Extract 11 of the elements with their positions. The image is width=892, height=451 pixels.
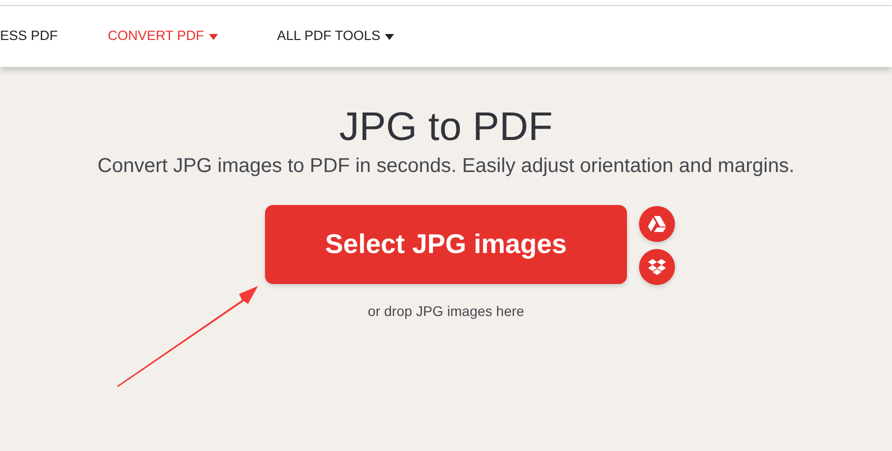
drive-button[interactable] [639,206,675,242]
dropbox-button[interactable] [639,249,675,285]
nav-link[interactable]: CONVERT PDF [108,26,218,47]
page-subtitle: Convert JPG images to PDF in seconds. Easily adjust orientation and margins. [98,154,794,179]
triangle-icon [648,216,666,232]
select-images-button[interactable]: Select JPG images [265,205,627,284]
nav-link[interactable]: ESS PDF [0,26,58,47]
page-title: JPG to PDF [339,104,553,151]
nav-link[interactable]: ALL PDF TOOLS [277,26,394,47]
drop-hint: or drop JPG images here [368,302,524,321]
dropbox-icon [648,259,666,275]
